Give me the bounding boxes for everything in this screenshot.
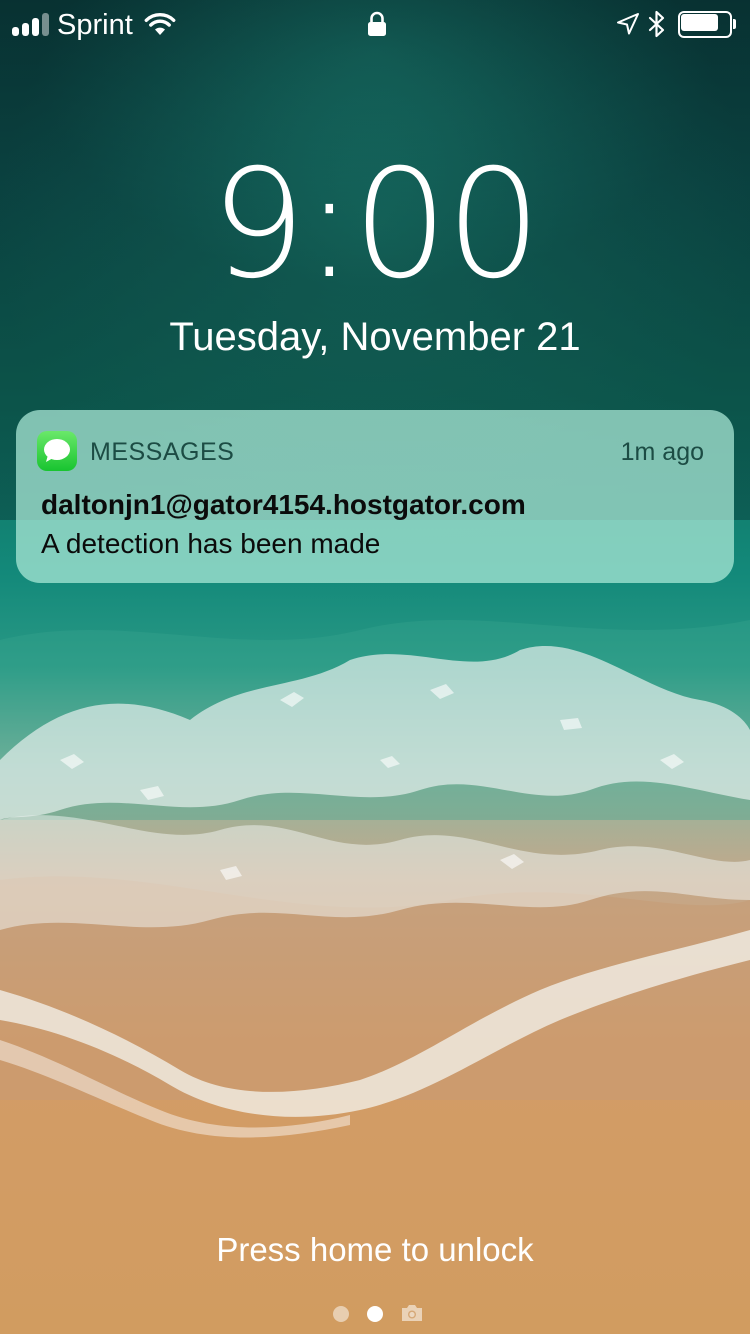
signal-icon	[12, 12, 52, 36]
lock-icon	[368, 11, 386, 36]
carrier-name: Sprint	[57, 9, 133, 41]
battery-icon	[678, 11, 736, 38]
notification-message: A detection has been made	[41, 528, 381, 559]
notification-app-name: MESSAGES	[90, 438, 235, 466]
camera-icon[interactable]	[400, 1303, 424, 1323]
location-icon	[617, 13, 639, 35]
page-indicator-dot[interactable]	[333, 1306, 349, 1322]
bluetooth-icon	[648, 10, 665, 38]
notification-sender: daltonjn1@gator4154.hostgator.com	[41, 489, 526, 520]
unlock-hint: Press home to unlock	[216, 1231, 534, 1268]
wifi-icon	[144, 13, 176, 35]
message-notification[interactable]: MESSAGES 1m ago daltonjn1@gator4154.host…	[16, 410, 734, 583]
notification-time: 1m ago	[620, 438, 704, 466]
page-indicator-dot-active[interactable]	[367, 1306, 383, 1322]
lock-screen-time: 9:00	[210, 138, 542, 312]
status-bar: Sprint	[0, 0, 750, 50]
lock-screen-date: Tuesday, November 21	[169, 315, 581, 359]
lock-screen: Sprint 9:00 Tuesday, November 21 MESSAGE…	[0, 0, 750, 1334]
messages-icon	[37, 431, 77, 471]
